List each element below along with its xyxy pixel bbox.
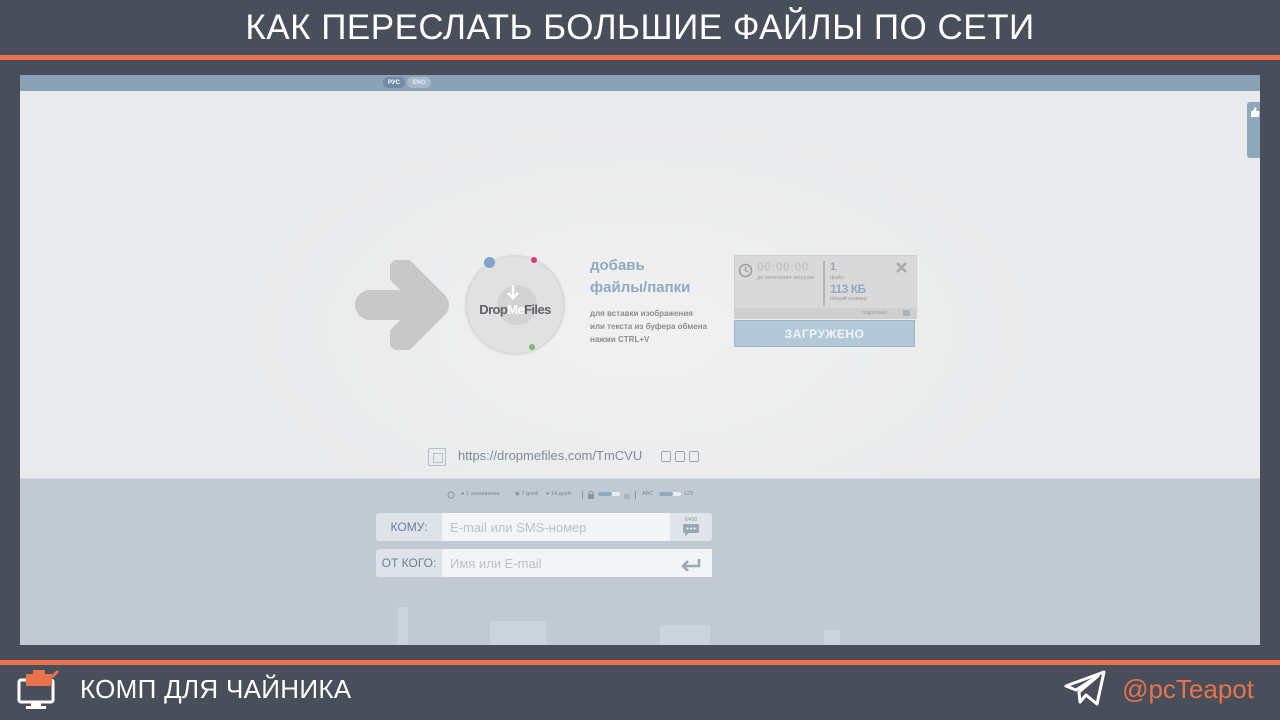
clock-icon (738, 263, 753, 278)
site-top-bar (20, 75, 1260, 91)
paste-hint-line-2: или текста из буфера обмена (590, 322, 708, 331)
add-files-label-2[interactable]: файлы/папки (590, 279, 690, 296)
total-size: 113 КБ (830, 282, 866, 296)
footer-brand: КОМП ДЛЯ ЧАЙНИКА (80, 674, 352, 704)
close-icon[interactable] (895, 261, 908, 274)
website-screenshot: РУС ENG DropMeFiles добавь файлы/папки д… (20, 75, 1260, 645)
telegram-icon[interactable] (1064, 670, 1106, 706)
add-files-label-1[interactable]: добавь (590, 257, 645, 274)
twitter-icon[interactable] (689, 451, 699, 462)
panel-divider (823, 261, 825, 306)
file-count: 1 (830, 261, 837, 273)
total-size-label: общий размер (830, 296, 867, 302)
sms-counter: 0/450 (670, 513, 712, 541)
enter-arrow-icon[interactable] (680, 558, 702, 571)
numeric-label: 123 (684, 491, 694, 497)
unlock-icon (624, 494, 630, 499)
file-count-label: файл (830, 275, 844, 281)
thumbs-up-icon (1251, 107, 1260, 117)
blue-dot (484, 257, 495, 268)
code-type-toggle[interactable] (659, 492, 681, 496)
skyline-building (660, 625, 710, 645)
sender-input[interactable] (442, 549, 712, 577)
page-title: КАК ПЕРЕСЛАТЬ БОЛЬШИЕ ФАЙЛЫ ПО СЕТИ (245, 7, 1035, 47)
skyline-building (490, 621, 546, 645)
language-ru-button[interactable]: РУС (383, 77, 405, 88)
upload-timer: 00:00:00 (757, 260, 810, 274)
dropmefiles-logo[interactable]: DropMeFiles (465, 302, 565, 317)
details-label: подробнее (862, 310, 888, 316)
chat-bubble-icon (683, 524, 699, 536)
timer-caption: до окончания загрузки (757, 275, 815, 281)
download-arrow-icon (507, 285, 519, 300)
option-divider (582, 491, 583, 499)
expand-icon (903, 310, 910, 316)
details-bar[interactable]: подробнее (735, 308, 916, 318)
option-7-days[interactable]: ◉ 7 дней (515, 491, 538, 497)
recipient-input[interactable] (442, 513, 670, 541)
facebook-icon[interactable] (661, 451, 671, 462)
copy-link-icon[interactable] (428, 448, 446, 466)
upload-status-panel: 00:00:00 до окончания загрузки 1 файл 11… (734, 255, 917, 319)
telegram-handle[interactable]: @pcTeapot (1122, 674, 1254, 705)
abc-label: ABC (642, 491, 654, 497)
password-toggle[interactable] (598, 492, 620, 496)
skyline-building (398, 607, 408, 645)
header-divider (0, 55, 1280, 60)
language-en-button[interactable]: ENG (407, 77, 431, 88)
from-field-label: ОТ КОГО: (376, 549, 442, 577)
paste-hint-line-1: для вставки изображения (590, 309, 693, 318)
paste-hint-line-3: нажми CTRL+V (590, 335, 650, 344)
pink-dot (531, 257, 537, 263)
timer-small-icon (447, 491, 455, 499)
option-14-days[interactable]: ● 14 дней (546, 491, 571, 497)
lock-icon (588, 490, 594, 499)
send-form-section: ● 1 скачивание ◉ 7 дней ● 14 дней ABC 12… (20, 478, 1260, 645)
computer-teapot-icon (17, 669, 60, 709)
skyline-building (824, 630, 840, 645)
footer-divider (0, 660, 1280, 665)
like-side-tab[interactable] (1247, 102, 1260, 158)
upload-complete-button[interactable]: ЗАГРУЖЕНО (734, 320, 915, 347)
to-field-label: КОМУ: (376, 513, 442, 541)
vk-icon[interactable] (675, 451, 685, 462)
green-dot (529, 344, 535, 350)
option-1-download[interactable]: ● 1 скачивание (461, 491, 500, 497)
share-link[interactable]: https://dropmefiles.com/TmCVU (458, 448, 642, 463)
option-divider-2 (635, 491, 636, 499)
